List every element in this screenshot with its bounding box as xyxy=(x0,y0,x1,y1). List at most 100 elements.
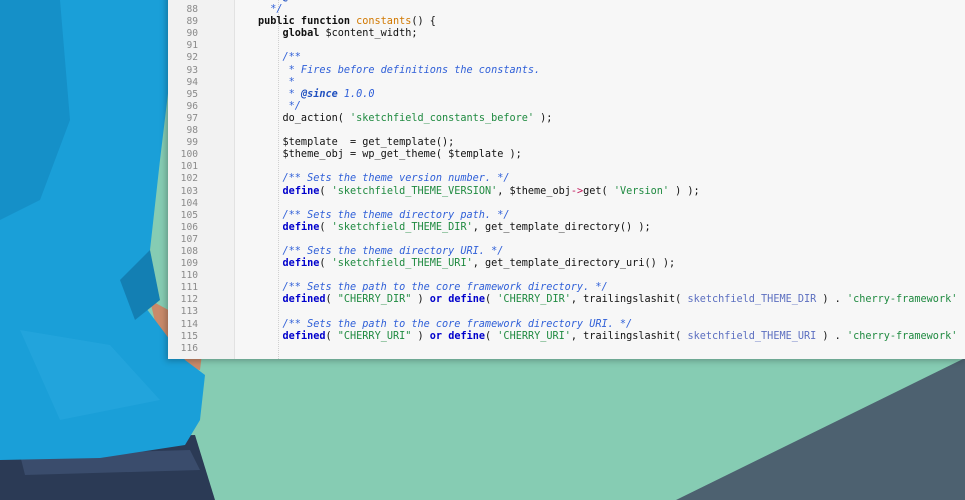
line-number: 104 xyxy=(180,197,198,209)
code-token: , trailingslashit( xyxy=(570,330,688,342)
line-number: 109 xyxy=(180,258,198,270)
code-text: do_action( 'sketchfield_constants_before… xyxy=(258,112,553,125)
code-token: , trailingslashit( xyxy=(570,294,688,306)
code-token: ) . xyxy=(816,330,847,342)
code-line: 88 */ xyxy=(168,4,965,16)
code-token: $template = get_template(); xyxy=(258,137,455,149)
code-token: -> xyxy=(570,185,584,197)
line-number: 111 xyxy=(180,282,198,294)
code-token: 'CHERRY_URI' xyxy=(497,330,571,342)
code-line: 96 */ xyxy=(168,101,965,113)
code-text: */ xyxy=(258,4,283,16)
code-line: 89 public function constants() { xyxy=(168,16,965,28)
code-text: /** Sets the theme directory URI. */ xyxy=(258,245,504,258)
line-number: 93 xyxy=(186,64,198,76)
line-number: 89 xyxy=(186,16,198,28)
code-token: 1.0.0 xyxy=(319,0,356,3)
code-token: or xyxy=(429,330,443,342)
code-line: 105 /** Sets the theme directory path. *… xyxy=(168,210,965,222)
code-line: 112 defined( "CHERRY_DIR" ) or define( '… xyxy=(168,294,965,306)
code-token: * xyxy=(258,0,283,3)
code-token: 'sketchfield_THEME_URI' xyxy=(331,258,473,270)
code-text: define( 'sketchfield_THEME_URI', get_tem… xyxy=(258,258,676,270)
code-token: ( xyxy=(325,330,338,342)
code-token: , get_template_directory() ); xyxy=(472,221,651,233)
code-token: sketchfield_THEME_URI xyxy=(687,330,817,342)
code-text: /** Sets the theme version number. */ xyxy=(258,173,510,185)
code-token: 'sketchfield_constants_before' xyxy=(350,112,535,124)
code-token: @since xyxy=(283,0,320,3)
code-line: 100 $theme_obj = wp_get_theme( $template… xyxy=(168,149,965,161)
code-token: */ xyxy=(258,4,283,16)
code-token: /** Sets the theme version number. */ xyxy=(258,173,510,185)
code-token: ( xyxy=(319,185,332,197)
code-token: /** Sets the theme directory path. */ xyxy=(258,209,510,221)
code-token: 'cherry-framework' xyxy=(846,330,958,342)
code-token: /** xyxy=(258,52,301,64)
code-line: 94 * xyxy=(168,77,965,89)
code-token: , $theme_obj xyxy=(497,185,571,197)
line-number: 92 xyxy=(186,52,198,64)
code-token: or xyxy=(429,294,443,306)
code-text: defined( "CHERRY_URI" ) or define( 'CHER… xyxy=(258,331,965,343)
code-token: define xyxy=(282,185,320,197)
code-lines: 87 * @since 1.0.088 */89public function … xyxy=(168,0,965,355)
code-line: 103 define( 'sketchfield_THEME_VERSION',… xyxy=(168,186,965,198)
line-number: 99 xyxy=(186,137,198,149)
code-text: /** Sets the theme directory path. */ xyxy=(258,209,510,222)
line-number: 115 xyxy=(180,330,198,342)
line-number: 101 xyxy=(180,161,198,173)
code-text: * xyxy=(258,77,295,89)
code-text: defined( "CHERRY_DIR" ) or define( 'CHER… xyxy=(258,294,965,306)
line-number: 112 xyxy=(180,294,198,306)
code-token: ) xyxy=(411,294,430,306)
code-text: define( 'sketchfield_THEME_VERSION', $th… xyxy=(258,186,700,198)
code-token: ( xyxy=(485,294,498,306)
code-line: 116 xyxy=(168,343,965,355)
code-token: () { xyxy=(411,16,436,28)
code-token: ) xyxy=(411,330,430,342)
code-text: global $content_width; xyxy=(258,28,418,40)
line-number: 90 xyxy=(186,28,198,40)
line-number: 110 xyxy=(180,270,198,282)
code-token: get( xyxy=(583,185,614,197)
code-line: 111 /** Sets the path to the core framew… xyxy=(168,282,965,294)
line-number: 91 xyxy=(186,40,198,52)
code-token: * Fires before definitions the constants… xyxy=(258,64,541,76)
code-text: define( 'sketchfield_THEME_DIR', get_tem… xyxy=(258,222,651,234)
code-text: /** Sets the path to the core framework … xyxy=(258,319,633,331)
code-text: * @since 1.0.0 xyxy=(258,89,375,101)
code-token: defined xyxy=(282,294,326,306)
code-line: 106 define( 'sketchfield_THEME_DIR', get… xyxy=(168,222,965,234)
dark-triangle-shape xyxy=(676,358,965,500)
line-number: 94 xyxy=(186,76,198,88)
code-token: global xyxy=(258,28,326,40)
code-editor-panel: 87 * @since 1.0.088 */89public function … xyxy=(168,0,965,359)
line-number: 96 xyxy=(186,100,198,112)
code-token: /** Sets the theme directory URI. */ xyxy=(258,245,504,257)
code-line: 107 xyxy=(168,234,965,246)
code-token: ) . xyxy=(816,294,847,306)
code-token: ( xyxy=(485,330,498,342)
code-token: sketchfield_THEME_DIR xyxy=(687,294,817,306)
code-token: public function xyxy=(258,16,357,28)
code-line: 101 xyxy=(168,161,965,173)
line-number: 97 xyxy=(186,112,198,124)
line-number: 108 xyxy=(180,245,198,257)
code-line: 115 defined( "CHERRY_URI" ) or define( '… xyxy=(168,331,965,343)
code-token: define xyxy=(282,221,320,233)
code-line: 98 xyxy=(168,125,965,137)
code-token: ); xyxy=(534,112,553,124)
code-line: 104 xyxy=(168,198,965,210)
code-token: ); xyxy=(957,294,965,305)
code-text: /** Sets the path to the core framework … xyxy=(258,282,608,294)
line-number: 95 xyxy=(186,88,198,100)
code-line: 97 do_action( 'sketchfield_constants_bef… xyxy=(168,113,965,125)
line-number: 105 xyxy=(180,209,198,221)
code-line: 93 * Fires before definitions the consta… xyxy=(168,65,965,77)
code-token: 'sketchfield_THEME_DIR' xyxy=(331,221,473,233)
code-token: do_action( xyxy=(258,112,351,124)
code-token: constants xyxy=(356,16,412,28)
